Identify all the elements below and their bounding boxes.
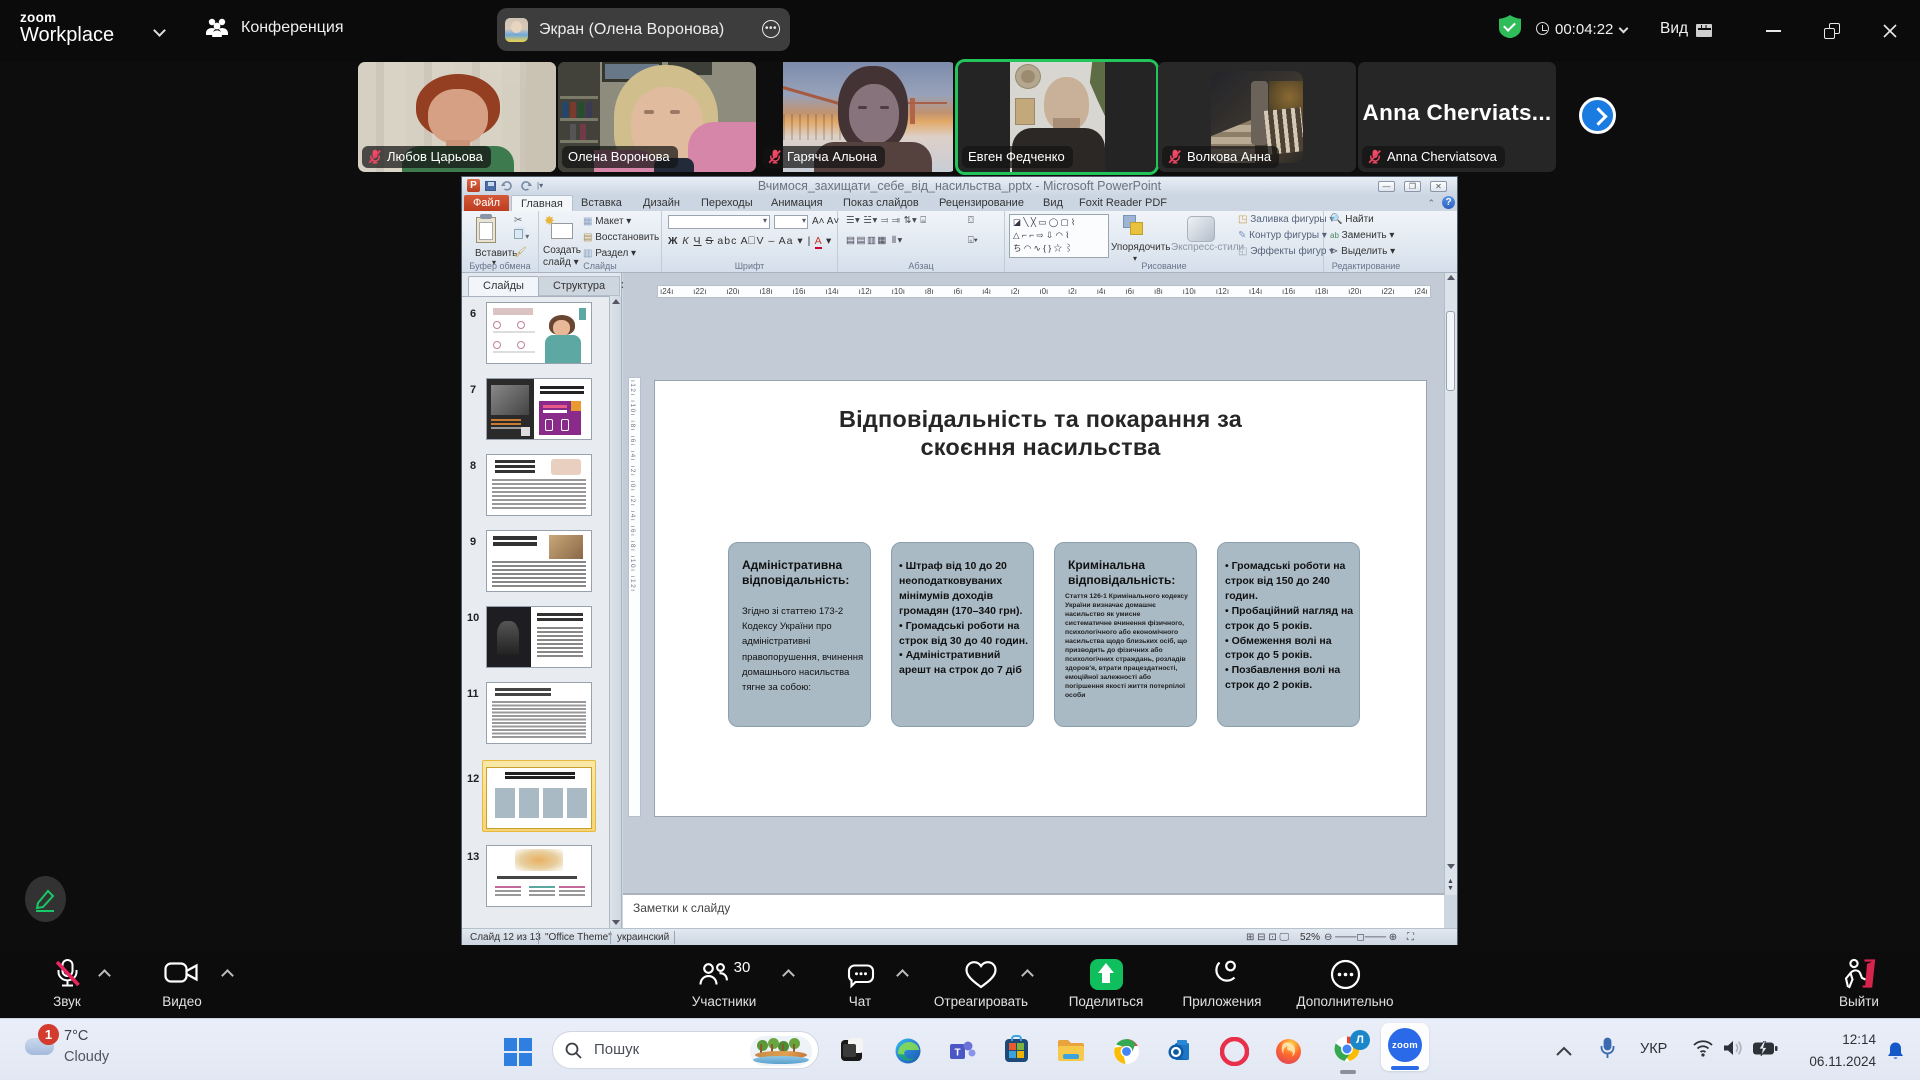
svg-text:T: T: [954, 1048, 960, 1059]
